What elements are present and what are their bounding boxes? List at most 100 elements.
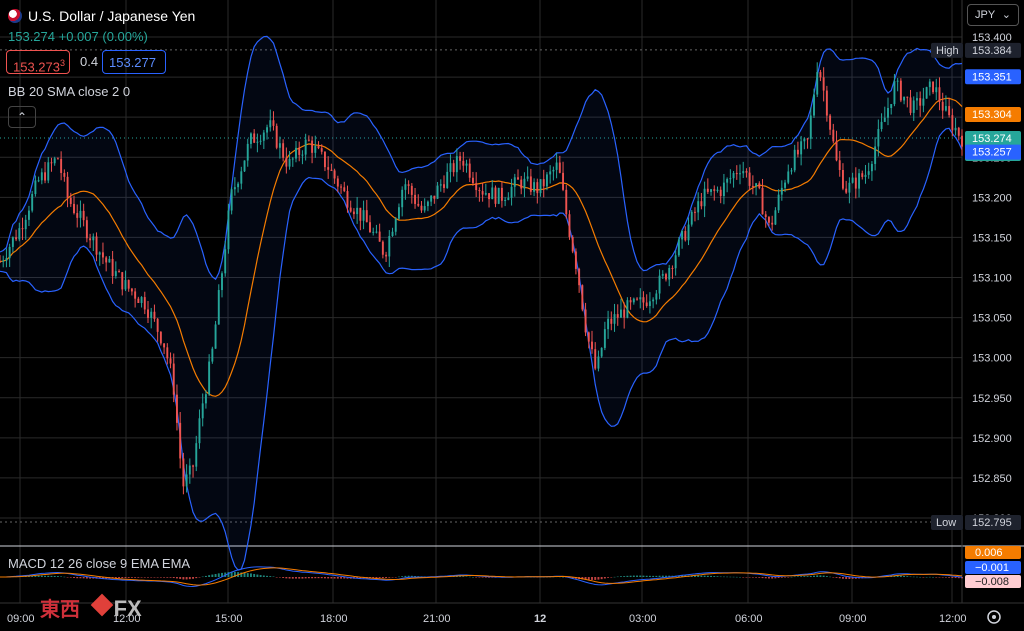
price-tag: 153.351 [965, 69, 1021, 85]
candle-body [27, 210, 30, 220]
macd-histogram-bar [124, 577, 127, 578]
candle-body [15, 237, 18, 240]
candle-body [233, 187, 236, 190]
time-tick-label: 18:00 [320, 613, 348, 625]
candle-body [320, 148, 323, 152]
candle-body [172, 363, 175, 395]
candle-body [278, 143, 281, 148]
candle-body [893, 81, 896, 105]
candle-body [793, 149, 796, 171]
candle-body [513, 177, 516, 187]
macd-histogram-bar [755, 577, 758, 578]
candle-body [262, 132, 265, 141]
candle-body [85, 220, 88, 239]
candle-body [481, 191, 484, 195]
candle-body [719, 189, 722, 196]
candle-body [465, 163, 468, 166]
candle-body [539, 179, 542, 194]
macd-histogram-bar [903, 575, 906, 577]
macd-histogram-bar [481, 577, 484, 578]
macd-indicator-label[interactable]: MACD 12 26 close 9 EMA EMA [8, 556, 190, 571]
time-axis-bg [0, 603, 1024, 631]
macd-histogram-bar [906, 576, 909, 577]
time-tick-label: 12 [534, 613, 546, 625]
candle-body [739, 173, 741, 175]
candle-body [127, 280, 130, 289]
macd-histogram-bar [825, 576, 828, 577]
candle-body [722, 182, 725, 196]
candle-body [600, 347, 603, 357]
price-tick-label: 153.000 [972, 353, 1012, 365]
macd-histogram-bar [130, 577, 133, 578]
candle-body [922, 98, 925, 106]
macd-histogram-bar [610, 577, 613, 578]
candle-body [8, 246, 11, 259]
candle-body [11, 237, 14, 247]
macd-histogram-bar [642, 575, 645, 577]
candle-body [800, 141, 803, 155]
macd-histogram-bar [323, 577, 326, 579]
candle-body [124, 280, 127, 290]
macd-histogram-bar [845, 577, 848, 580]
macd-histogram-bar [82, 577, 85, 579]
candle-body [636, 298, 639, 300]
collapse-button[interactable]: ⌃ [8, 106, 36, 128]
candle-body [204, 394, 207, 404]
macd-histogram-bar [314, 577, 317, 579]
macd-histogram-bar [266, 575, 269, 577]
candle-body [449, 163, 452, 172]
price-tick-label: 153.400 [972, 32, 1012, 44]
candle-body [118, 271, 121, 273]
candle-body [349, 207, 352, 212]
price-chart[interactable]: 153.400153.350153.300153.250153.200153.1… [0, 0, 1024, 631]
candle-body [912, 100, 915, 113]
macd-histogram-bar [626, 575, 629, 577]
macd-histogram-bar [632, 575, 635, 577]
macd-histogram-bar [829, 576, 832, 578]
candle-body [195, 443, 198, 467]
candle-body [909, 97, 912, 113]
macd-histogram-bar [954, 577, 957, 579]
buy-button[interactable]: 153.277 [102, 50, 166, 74]
candle-body [648, 301, 651, 306]
candle-body [710, 189, 713, 192]
candle-body [246, 143, 249, 161]
macd-histogram-bar [745, 577, 748, 578]
candle-body [143, 297, 146, 310]
sell-button[interactable]: 153.2733 [6, 50, 70, 74]
candle-body [494, 187, 497, 204]
macd-histogram-bar [140, 577, 143, 578]
macd-tag: 0.006 [965, 546, 1021, 559]
candle-body [742, 171, 745, 174]
candle-body [706, 188, 709, 192]
candle-body [665, 274, 667, 280]
macd-histogram-bar [729, 576, 732, 578]
candle-body [732, 173, 735, 179]
candle-body [497, 187, 500, 204]
candle-body [256, 141, 259, 143]
symbol-title[interactable]: U.S. Dollar / Japanese Yen [8, 8, 195, 24]
candle-body [558, 162, 561, 173]
candle-body [790, 170, 793, 172]
macd-histogram-bar [179, 577, 182, 579]
candle-body [188, 465, 191, 475]
candle-body [175, 394, 178, 423]
candle-body [397, 207, 400, 219]
candle-body [369, 222, 371, 233]
candle-body [639, 297, 642, 300]
candle-body [475, 183, 478, 191]
currency-selector[interactable]: JPY ⌄ [967, 4, 1019, 26]
candle-body [858, 173, 861, 189]
candle-body [948, 106, 951, 116]
candle-body [352, 211, 355, 215]
macd-histogram-bar [336, 577, 339, 579]
macd-histogram-bar [198, 577, 201, 578]
candle-body [526, 176, 529, 179]
candle-body [500, 187, 503, 201]
candle-body [304, 139, 307, 155]
candle-body [79, 210, 82, 218]
time-tick-label: 21:00 [423, 613, 451, 625]
price-tick-label: 153.100 [972, 273, 1012, 285]
candle-body [581, 285, 584, 310]
bb-indicator-label[interactable]: BB 20 SMA close 2 0 [8, 84, 130, 99]
